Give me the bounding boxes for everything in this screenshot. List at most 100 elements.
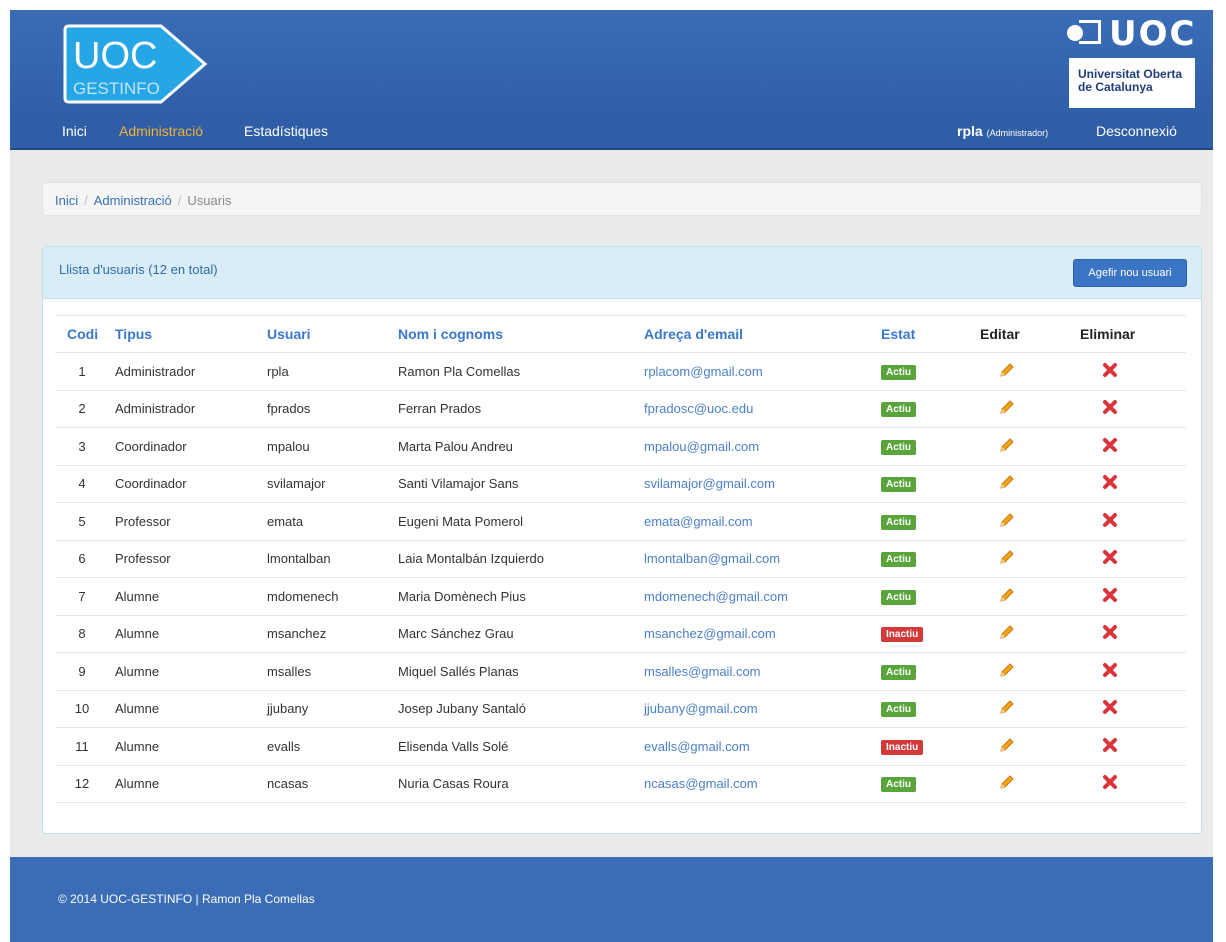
cell-eliminar	[1074, 577, 1186, 616]
uoc-frame-icon	[1079, 20, 1101, 44]
header-email[interactable]: Adreça d'email	[644, 315, 881, 353]
cell-eliminar	[1074, 427, 1186, 466]
cell-email[interactable]: msalles@gmail.com	[644, 652, 881, 691]
gestinfo-logo[interactable]: UOC GESTINFO	[63, 22, 213, 106]
pencil-icon[interactable]	[998, 661, 1016, 682]
delete-x-icon[interactable]	[1102, 437, 1118, 456]
pencil-icon[interactable]	[998, 361, 1016, 382]
cell-codi: 9	[55, 652, 115, 691]
cell-tipus: Coordinador	[115, 465, 267, 503]
cell-editar	[974, 352, 1074, 391]
cell-editar	[974, 765, 1074, 803]
cell-estat: Actiu	[881, 390, 974, 428]
cell-estat: Actiu	[881, 465, 974, 503]
cell-email[interactable]: emata@gmail.com	[644, 502, 881, 541]
cell-editar	[974, 690, 1074, 728]
cell-email[interactable]: fpradosc@uoc.edu	[644, 390, 881, 428]
table-row: 11 Alumne evalls Elisenda Valls Solé evalls@…	[55, 727, 1186, 766]
status-badge: Inactiu	[881, 739, 924, 755]
cell-email[interactable]: lmontalban@gmail.com	[644, 540, 881, 578]
panel-title: Llista d'usuaris (12 en total)	[59, 262, 218, 277]
cell-editar	[974, 502, 1074, 541]
header-estat[interactable]: Estat	[881, 315, 974, 353]
cell-usuari: fprados	[267, 390, 398, 428]
delete-x-icon[interactable]	[1102, 474, 1118, 493]
cell-nom: Nuria Casas Roura	[398, 765, 644, 803]
status-badge: Actiu	[881, 439, 916, 455]
cell-email[interactable]: mpalou@gmail.com	[644, 427, 881, 466]
header-nom[interactable]: Nom i cognoms	[398, 315, 644, 353]
cell-email[interactable]: svilamajor@gmail.com	[644, 465, 881, 503]
nav-item-administracio[interactable]: Administració	[119, 123, 203, 139]
delete-x-icon[interactable]	[1102, 699, 1118, 718]
cell-email[interactable]: rplacom@gmail.com	[644, 352, 881, 391]
pencil-icon[interactable]	[998, 586, 1016, 607]
pencil-icon[interactable]	[998, 511, 1016, 532]
header-eliminar: Eliminar	[1074, 315, 1186, 353]
breadcrumb-administracio[interactable]: Administració	[94, 193, 172, 208]
cell-email[interactable]: jjubany@gmail.com	[644, 690, 881, 728]
pencil-icon[interactable]	[998, 548, 1016, 569]
cell-tipus: Professor	[115, 540, 267, 578]
header-usuari[interactable]: Usuari	[267, 315, 398, 353]
current-user-name: rpla	[957, 123, 983, 139]
nav-item-estadistiques[interactable]: Estadístiques	[244, 123, 328, 139]
delete-x-icon[interactable]	[1102, 774, 1118, 793]
status-badge: Actiu	[881, 514, 916, 530]
status-badge: Actiu	[881, 477, 916, 493]
cell-eliminar	[1074, 465, 1186, 503]
cell-email[interactable]: mdomenech@gmail.com	[644, 577, 881, 616]
pencil-icon[interactable]	[998, 623, 1016, 644]
cell-usuari: msalles	[267, 652, 398, 691]
app-logo-bottom: GESTINFO	[73, 79, 160, 98]
cell-usuari: lmontalban	[267, 540, 398, 578]
delete-x-icon[interactable]	[1102, 512, 1118, 531]
delete-x-icon[interactable]	[1102, 587, 1118, 606]
pencil-icon[interactable]	[998, 736, 1016, 757]
cell-codi: 11	[55, 727, 115, 766]
delete-x-icon[interactable]	[1102, 737, 1118, 756]
add-user-button[interactable]: Agefir nou usuari	[1073, 259, 1187, 287]
cell-codi: 6	[55, 540, 115, 578]
current-user[interactable]: rpla (Administrador)	[957, 123, 1048, 139]
pencil-icon[interactable]	[998, 698, 1016, 719]
table-row: 5 Professor emata Eugeni Mata Pomerol emata@…	[55, 502, 1186, 541]
breadcrumb-inici[interactable]: Inici	[55, 193, 78, 208]
cell-eliminar	[1074, 615, 1186, 653]
cell-tipus: Coordinador	[115, 427, 267, 466]
table-row: 1 Administrador rpla Ramon Pla Comellas rpla…	[55, 352, 1186, 391]
cell-usuari: jjubany	[267, 690, 398, 728]
nav-item-inici[interactable]: Inici	[62, 123, 87, 139]
users-table: Codi Tipus Usuari Nom i cognoms Adreça d…	[55, 315, 1186, 803]
delete-x-icon[interactable]	[1102, 399, 1118, 418]
table-row: 6 Professor lmontalban Laia Montalbán Izqui…	[55, 540, 1186, 578]
pencil-icon[interactable]	[998, 436, 1016, 457]
uoc-university-logo[interactable]: UOC Universitat Oberta de Catalunya	[1067, 12, 1197, 112]
pencil-icon[interactable]	[998, 473, 1016, 494]
cell-estat: Actiu	[881, 427, 974, 466]
breadcrumb-separator: /	[177, 193, 182, 208]
delete-x-icon[interactable]	[1102, 549, 1118, 568]
cell-email[interactable]: evalls@gmail.com	[644, 727, 881, 766]
cell-estat: Actiu	[881, 765, 974, 803]
pencil-icon[interactable]	[998, 398, 1016, 419]
header-codi[interactable]: Codi	[55, 315, 115, 353]
cell-eliminar	[1074, 690, 1186, 728]
delete-x-icon[interactable]	[1102, 624, 1118, 643]
table-body: 1 Administrador rpla Ramon Pla Comellas rpla…	[55, 352, 1186, 803]
cell-editar	[974, 427, 1074, 466]
delete-x-icon[interactable]	[1102, 362, 1118, 381]
cell-codi: 12	[55, 765, 115, 803]
cell-email[interactable]: msanchez@gmail.com	[644, 615, 881, 653]
cell-codi: 4	[55, 465, 115, 503]
cell-usuari: mpalou	[267, 427, 398, 466]
cell-editar	[974, 465, 1074, 503]
header-tipus[interactable]: Tipus	[115, 315, 267, 353]
cell-tipus: Alumne	[115, 727, 267, 766]
delete-x-icon[interactable]	[1102, 662, 1118, 681]
logout-link[interactable]: Desconnexió	[1096, 123, 1177, 139]
uoc-logo-word: UOC	[1109, 14, 1197, 54]
cell-email[interactable]: ncasas@gmail.com	[644, 765, 881, 803]
pencil-icon[interactable]	[998, 773, 1016, 794]
cell-estat: Inactiu	[881, 615, 974, 653]
